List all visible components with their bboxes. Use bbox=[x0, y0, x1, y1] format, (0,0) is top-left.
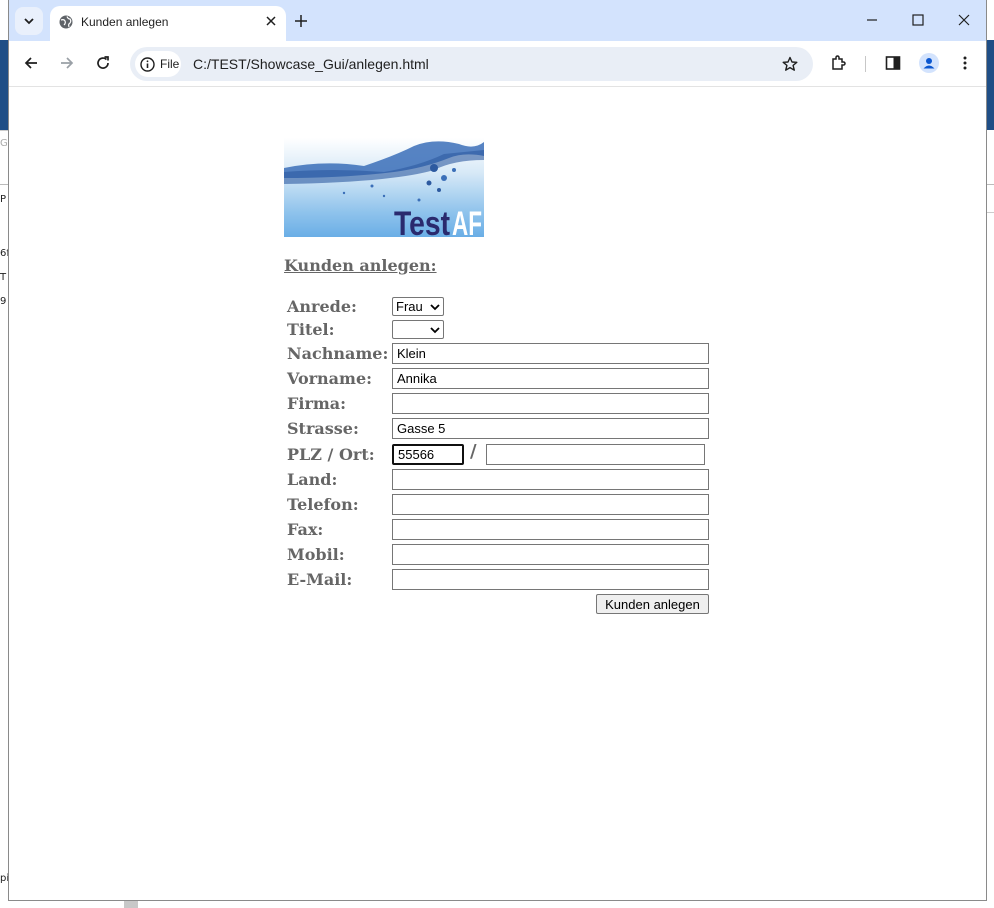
reload-icon bbox=[97, 56, 109, 69]
testaf-logo: Test AF bbox=[284, 138, 484, 237]
site-info-chip[interactable]: File bbox=[135, 51, 181, 77]
site-chip-label: File bbox=[160, 57, 180, 71]
firma-input[interactable] bbox=[392, 393, 709, 414]
background-text-fragment: Gu bbox=[0, 138, 8, 149]
toolbar-divider bbox=[865, 56, 866, 72]
titel-select[interactable] bbox=[392, 320, 444, 339]
back-button[interactable] bbox=[17, 49, 45, 77]
land-label: Land: bbox=[287, 470, 338, 489]
firma-label: Firma: bbox=[287, 394, 347, 413]
titel-label: Titel: bbox=[287, 320, 335, 339]
plz-ort-separator: / bbox=[470, 441, 477, 462]
nachname-input[interactable]: Klein bbox=[392, 343, 709, 364]
side-panel-button[interactable] bbox=[879, 49, 907, 77]
info-icon bbox=[140, 56, 155, 72]
desktop-strip-right bbox=[986, 40, 994, 130]
maximize-icon bbox=[912, 14, 924, 26]
email-label: E-Mail: bbox=[287, 570, 353, 589]
close-window-button[interactable] bbox=[941, 0, 987, 40]
globe-icon bbox=[59, 15, 73, 29]
star-icon bbox=[782, 56, 798, 71]
chevron-down-icon bbox=[430, 304, 440, 311]
land-input[interactable] bbox=[392, 469, 709, 490]
tab-kunden-anlegen[interactable]: Kunden anlegen bbox=[50, 6, 286, 41]
avatar-icon bbox=[919, 53, 939, 73]
bookmark-button[interactable] bbox=[780, 54, 800, 74]
vorname-label: Vorname: bbox=[287, 369, 373, 388]
background-text-fragment: T bbox=[0, 272, 7, 283]
plz-ort-label: PLZ / Ort: bbox=[287, 445, 375, 464]
fax-label: Fax: bbox=[287, 520, 324, 539]
desktop-scroll-block bbox=[124, 900, 138, 908]
tab-title: Kunden anlegen bbox=[81, 15, 169, 29]
logo-text-accent: AF bbox=[452, 205, 482, 237]
tab-close-button[interactable] bbox=[262, 12, 280, 30]
vorname-input[interactable]: Annika bbox=[392, 368, 709, 389]
chevron-down-icon bbox=[24, 18, 34, 25]
mobil-input[interactable] bbox=[392, 544, 709, 565]
puzzle-icon bbox=[832, 55, 846, 70]
desktop-strip-left bbox=[0, 40, 8, 130]
desktop-divider bbox=[986, 212, 994, 213]
extensions-button[interactable] bbox=[825, 49, 853, 77]
ort-input[interactable] bbox=[486, 444, 705, 465]
anrede-select-value: Frau bbox=[396, 299, 423, 314]
url-text[interactable]: C:/TEST/Showcase_Gui/anlegen.html bbox=[193, 56, 429, 72]
tab-strip: Kunden anlegen bbox=[9, 0, 986, 41]
reload-button[interactable] bbox=[89, 49, 117, 77]
page-title: Kunden anlegen: bbox=[284, 256, 437, 275]
desktop-divider bbox=[0, 130, 8, 131]
tab-search-button[interactable] bbox=[15, 7, 43, 35]
profile-button[interactable] bbox=[915, 49, 943, 77]
maximize-button[interactable] bbox=[895, 0, 941, 40]
fax-input[interactable] bbox=[392, 519, 709, 540]
background-text-fragment: P bbox=[0, 194, 7, 205]
mobil-label: Mobil: bbox=[287, 545, 345, 564]
close-icon bbox=[958, 14, 970, 26]
background-text-fragment: pi bbox=[0, 873, 8, 884]
desktop-divider bbox=[0, 184, 8, 185]
browser-toolbar: File C:/TEST/Showcase_Gui/anlegen.html bbox=[9, 41, 986, 87]
plz-input[interactable]: 55566 bbox=[392, 444, 464, 465]
plus-icon bbox=[295, 15, 307, 27]
browser-window: Kunden anlegen File C:/TEST/Showcase_Gui… bbox=[8, 0, 987, 901]
close-icon bbox=[266, 16, 276, 26]
new-tab-button[interactable] bbox=[290, 10, 312, 32]
address-bar[interactable]: File C:/TEST/Showcase_Gui/anlegen.html bbox=[130, 47, 813, 81]
background-text-fragment: 9 bbox=[0, 296, 7, 307]
telefon-label: Telefon: bbox=[287, 495, 359, 514]
side-panel-icon bbox=[885, 56, 901, 70]
nachname-label: Nachname: bbox=[287, 344, 389, 363]
desktop-divider bbox=[986, 184, 994, 185]
strasse-input[interactable]: Gasse 5 bbox=[392, 418, 709, 439]
telefon-input[interactable] bbox=[392, 494, 709, 515]
more-vert-icon bbox=[963, 56, 967, 70]
menu-button[interactable] bbox=[951, 49, 979, 77]
page-content: Test AF Kunden anlegen: Anrede: Titel: N… bbox=[9, 88, 986, 900]
minimize-button[interactable] bbox=[849, 0, 895, 40]
logo-text: Test bbox=[394, 205, 450, 237]
anrede-select[interactable]: Frau bbox=[392, 297, 444, 316]
email-input[interactable] bbox=[392, 569, 709, 590]
background-text-fragment: 6f bbox=[0, 248, 8, 259]
anrede-label: Anrede: bbox=[287, 297, 357, 316]
arrow-left-icon bbox=[24, 57, 37, 69]
kunden-anlegen-button[interactable]: Kunden anlegen bbox=[596, 594, 709, 614]
arrow-right-icon bbox=[61, 57, 74, 69]
strasse-label: Strasse: bbox=[287, 419, 359, 438]
chevron-down-icon bbox=[430, 327, 440, 334]
minimize-icon bbox=[867, 19, 877, 21]
forward-button[interactable] bbox=[53, 49, 81, 77]
